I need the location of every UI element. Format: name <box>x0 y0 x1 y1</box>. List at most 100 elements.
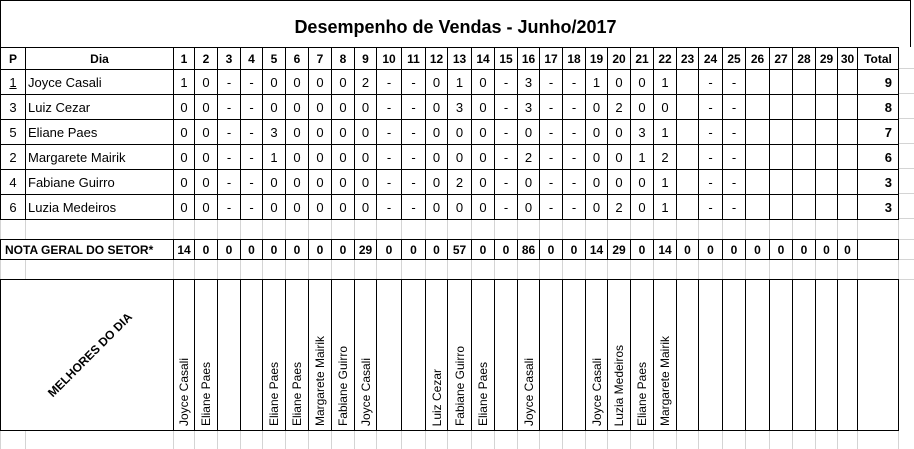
day-score-cell[interactable]: - <box>539 144 563 170</box>
day-score-cell[interactable]: - <box>217 194 241 220</box>
day-score-cell[interactable] <box>745 94 770 120</box>
position-cell[interactable]: 3 <box>0 94 26 120</box>
day-score-cell[interactable]: 0 <box>331 194 355 220</box>
best-of-day-cell[interactable] <box>240 279 263 431</box>
day-score-cell[interactable]: - <box>376 119 402 145</box>
day-score-cell[interactable]: 0 <box>585 94 608 120</box>
day-score-cell[interactable]: - <box>722 169 746 195</box>
best-of-day-cell[interactable]: Eliane Paes <box>262 279 286 431</box>
position-cell[interactable]: 1 <box>0 69 26 95</box>
seller-name-cell[interactable]: Luiz Cezar <box>25 94 174 120</box>
sector-score-cell[interactable]: 0 <box>792 239 816 260</box>
sector-score-cell[interactable]: 14 <box>653 239 677 260</box>
day-score-cell[interactable]: 0 <box>173 144 195 170</box>
day-score-cell[interactable]: 2 <box>607 194 631 220</box>
best-of-day-cell[interactable] <box>745 279 770 431</box>
day-score-cell[interactable]: - <box>376 94 402 120</box>
best-of-day-cell[interactable]: Joyce Casali <box>354 279 377 431</box>
day-score-cell[interactable]: - <box>539 94 563 120</box>
day-score-cell[interactable]: 0 <box>308 169 332 195</box>
day-score-cell[interactable]: 0 <box>585 169 608 195</box>
best-of-day-cell[interactable]: Eliane Paes <box>194 279 218 431</box>
best-of-day-cell[interactable] <box>698 279 723 431</box>
day-score-cell[interactable]: - <box>562 94 586 120</box>
day-score-cell[interactable]: 3 <box>262 119 286 145</box>
day-score-cell[interactable]: 0 <box>607 119 631 145</box>
day-score-cell[interactable] <box>745 169 770 195</box>
sector-score-cell[interactable]: 0 <box>630 239 654 260</box>
sector-score-cell[interactable]: 0 <box>331 239 355 260</box>
day-score-cell[interactable]: 0 <box>354 194 377 220</box>
day-score-cell[interactable]: 0 <box>331 144 355 170</box>
day-score-cell[interactable]: 0 <box>308 69 332 95</box>
sector-score-cell[interactable]: 29 <box>607 239 631 260</box>
best-of-day-cell[interactable]: Eliane Paes <box>285 279 309 431</box>
day-score-cell[interactable]: 0 <box>308 94 332 120</box>
day-score-cell[interactable]: 0 <box>354 119 377 145</box>
day-score-cell[interactable] <box>769 69 793 95</box>
day-score-cell[interactable]: - <box>722 69 746 95</box>
day-score-cell[interactable] <box>769 119 793 145</box>
day-score-cell[interactable]: 0 <box>285 144 309 170</box>
day-score-cell[interactable]: - <box>240 194 263 220</box>
day-score-cell[interactable]: - <box>562 169 586 195</box>
day-score-cell[interactable]: 0 <box>630 69 654 95</box>
day-score-cell[interactable] <box>815 169 838 195</box>
day-score-cell[interactable] <box>792 169 816 195</box>
day-score-cell[interactable]: - <box>240 119 263 145</box>
best-of-day-cell[interactable]: Fabiane Guirro <box>447 279 472 431</box>
day-score-cell[interactable]: - <box>698 119 723 145</box>
day-score-cell[interactable]: 0 <box>194 94 218 120</box>
day-score-cell[interactable] <box>815 194 838 220</box>
position-cell[interactable]: 6 <box>0 194 26 220</box>
day-score-cell[interactable]: 0 <box>308 194 332 220</box>
day-score-cell[interactable]: 0 <box>630 94 654 120</box>
sector-score-cell[interactable]: 0 <box>217 239 241 260</box>
day-score-cell[interactable]: 0 <box>331 69 355 95</box>
sector-score-cell[interactable]: 0 <box>494 239 518 260</box>
day-score-cell[interactable]: - <box>401 194 426 220</box>
day-score-cell[interactable]: 1 <box>447 69 472 95</box>
sector-score-cell[interactable]: 0 <box>539 239 563 260</box>
day-score-cell[interactable]: 0 <box>285 94 309 120</box>
day-score-cell[interactable] <box>792 194 816 220</box>
day-score-cell[interactable]: 0 <box>354 144 377 170</box>
day-score-cell[interactable]: 1 <box>173 69 195 95</box>
sector-score-cell[interactable]: 0 <box>285 239 309 260</box>
best-of-day-cell[interactable] <box>769 279 793 431</box>
day-score-cell[interactable]: 0 <box>354 94 377 120</box>
day-score-cell[interactable]: - <box>494 69 518 95</box>
day-score-cell[interactable]: 0 <box>308 144 332 170</box>
day-score-cell[interactable]: 0 <box>285 194 309 220</box>
day-score-cell[interactable]: 3 <box>447 94 472 120</box>
seller-name-cell[interactable]: Eliane Paes <box>25 119 174 145</box>
day-score-cell[interactable]: 0 <box>194 194 218 220</box>
best-of-day-cell[interactable] <box>539 279 563 431</box>
day-score-cell[interactable] <box>769 194 793 220</box>
day-score-cell[interactable] <box>837 119 858 145</box>
best-of-day-cell[interactable] <box>376 279 402 431</box>
day-score-cell[interactable]: 0 <box>262 194 286 220</box>
total-cell[interactable]: 6 <box>857 144 899 170</box>
best-of-day-cell[interactable] <box>676 279 699 431</box>
day-score-cell[interactable]: - <box>698 69 723 95</box>
day-score-cell[interactable]: - <box>376 169 402 195</box>
day-score-cell[interactable] <box>815 94 838 120</box>
position-cell[interactable]: 5 <box>0 119 26 145</box>
day-score-cell[interactable]: 0 <box>517 194 540 220</box>
day-score-cell[interactable]: - <box>539 194 563 220</box>
day-score-cell[interactable]: - <box>376 144 402 170</box>
best-of-day-cell[interactable] <box>837 279 858 431</box>
day-score-cell[interactable]: 0 <box>173 94 195 120</box>
sector-score-cell[interactable]: 0 <box>769 239 793 260</box>
sector-score-cell[interactable]: 86 <box>517 239 540 260</box>
day-score-cell[interactable] <box>792 144 816 170</box>
day-score-cell[interactable]: 0 <box>425 94 448 120</box>
sector-score-cell[interactable]: 0 <box>194 239 218 260</box>
day-score-cell[interactable]: - <box>722 194 746 220</box>
day-score-cell[interactable]: 0 <box>425 169 448 195</box>
sector-score-cell[interactable]: 0 <box>562 239 586 260</box>
day-score-cell[interactable]: - <box>562 119 586 145</box>
sector-score-cell[interactable]: 57 <box>447 239 472 260</box>
day-score-cell[interactable]: - <box>698 169 723 195</box>
